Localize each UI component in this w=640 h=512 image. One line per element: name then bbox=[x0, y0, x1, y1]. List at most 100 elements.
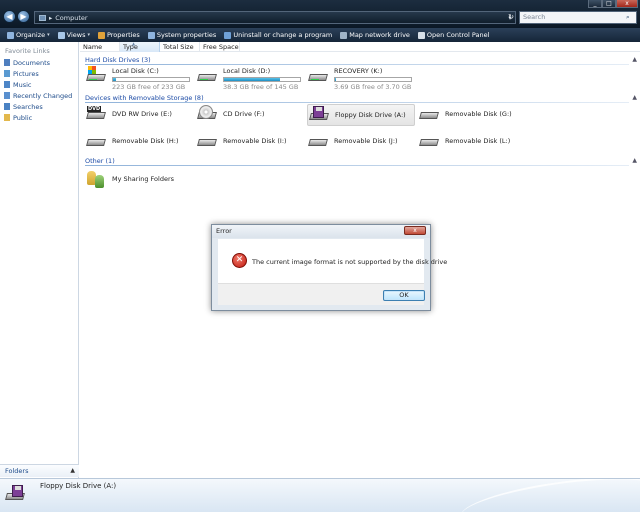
drive-free-space: 3.69 GB free of 3.70 GB bbox=[334, 83, 412, 91]
collapse-group-icon[interactable]: ▲ bbox=[632, 156, 637, 166]
drive-body-shape bbox=[308, 139, 328, 146]
toolbar-item-label: Organize bbox=[16, 31, 46, 39]
sidebar-item-label: Recently Changed bbox=[13, 91, 73, 100]
hard-drive-item[interactable]: RECOVERY (K:) 3.69 GB free of 3.70 GB bbox=[307, 66, 415, 91]
error-dialog: Error x ✕ The current image format is no… bbox=[211, 224, 447, 311]
drive-name: Removable Disk (I:) bbox=[223, 137, 287, 145]
my-sharing-folders-item[interactable]: My Sharing Folders bbox=[85, 169, 185, 191]
drive-usage-fill bbox=[224, 78, 281, 81]
error-message: The current image format is not supporte… bbox=[252, 258, 448, 266]
toolbar-uninstall-button[interactable]: Uninstall or change a program bbox=[220, 28, 336, 42]
group-hard-disk-drives[interactable]: Hard Disk Drives (3) ▲ bbox=[85, 55, 637, 65]
drive-usage-bar bbox=[223, 77, 301, 82]
removable-drive-item[interactable]: Removable Disk (H:) bbox=[85, 131, 193, 153]
search-icon[interactable]: ⌕ bbox=[626, 12, 636, 23]
removable-disk-icon bbox=[418, 104, 442, 124]
sidebar-item-pictures[interactable]: Pictures bbox=[0, 68, 78, 79]
drive-name: Local Disk (C:) bbox=[112, 67, 159, 75]
sidebar-item-public[interactable]: Public bbox=[0, 112, 78, 123]
sidebar-item-label: Music bbox=[13, 80, 32, 89]
back-button[interactable]: ◀ bbox=[3, 10, 16, 23]
toolbar-views-button[interactable]: Views ▾ bbox=[54, 28, 94, 42]
sidebar-item-searches[interactable]: Searches bbox=[0, 101, 78, 112]
command-toolbar: Organize ▾ Views ▾ Properties System properti… bbox=[0, 28, 640, 42]
minimize-button[interactable]: _ bbox=[588, 0, 602, 8]
ok-button[interactable]: OK bbox=[383, 290, 425, 301]
drive-info: Local Disk (C:) 223 GB free of 233 GB bbox=[109, 66, 190, 91]
collapse-group-icon[interactable]: ▲ bbox=[632, 93, 637, 103]
window-title-bar: _ □ x ◀ ▶ ▸ Computer ▾ ↻ Search ⌕ bbox=[0, 0, 640, 28]
removable-drive-item[interactable]: DVD DVD RW Drive (E:) bbox=[85, 104, 193, 126]
drive-name: DVD RW Drive (E:) bbox=[112, 110, 172, 118]
hard-drive-icon bbox=[196, 66, 220, 86]
dialog-close-button[interactable]: x bbox=[404, 226, 426, 235]
removable-drive-item[interactable]: Removable Disk (J:) bbox=[307, 131, 415, 153]
recently-changed-icon bbox=[4, 92, 10, 99]
removable-drive-item[interactable]: Floppy Disk Drive (A:) bbox=[307, 104, 415, 126]
computer-icon bbox=[39, 14, 46, 21]
drive-free-space: 223 GB free of 233 GB bbox=[112, 83, 186, 91]
sidebar-item-label: Pictures bbox=[13, 69, 39, 78]
removable-drive-item[interactable]: Removable Disk (I:) bbox=[196, 131, 304, 153]
hard-drive-icon bbox=[307, 66, 331, 86]
toolbar-item-label: Map network drive bbox=[349, 31, 410, 39]
chevron-down-icon: ▾ bbox=[87, 32, 90, 38]
toolbar-control-panel-button[interactable]: Open Control Panel bbox=[414, 28, 494, 42]
address-path[interactable]: Computer bbox=[55, 14, 87, 22]
group-hard-disk-label: Hard Disk Drives (3) bbox=[85, 56, 151, 64]
sidebar-item-documents[interactable]: Documents bbox=[0, 57, 78, 68]
toolbar-network-drive-button[interactable]: Map network drive bbox=[336, 28, 414, 42]
public-icon bbox=[4, 114, 10, 121]
removable-drive-item[interactable]: Removable Disk (G:) bbox=[418, 104, 526, 126]
drive-usage-fill bbox=[335, 78, 336, 81]
search-input[interactable]: Search ⌕ bbox=[519, 11, 637, 24]
group-other[interactable]: Other (1) ▲ bbox=[85, 156, 637, 166]
collapse-group-icon[interactable]: ▲ bbox=[632, 55, 637, 65]
refresh-button[interactable]: ↻ bbox=[506, 11, 516, 24]
column-type[interactable]: Type ▲ bbox=[120, 41, 160, 52]
column-headers: Name Type ▲ Total Size Free Space bbox=[80, 41, 640, 52]
removable-disk-icon bbox=[196, 131, 220, 151]
toolbar-organize-button[interactable]: Organize ▾ bbox=[3, 28, 54, 42]
column-free-space[interactable]: Free Space bbox=[200, 42, 240, 52]
removable-drive-item[interactable]: CD Drive (F:) bbox=[196, 104, 304, 126]
folders-toggle[interactable]: Folders ▲ bbox=[0, 464, 79, 477]
hard-drive-item[interactable]: Local Disk (D:) 38.3 GB free of 145 GB bbox=[196, 66, 304, 91]
drive-body-shape bbox=[197, 139, 217, 146]
maximize-button[interactable]: □ bbox=[602, 0, 616, 8]
column-type-label: Type bbox=[123, 43, 138, 51]
sidebar-item-label: Documents bbox=[13, 58, 51, 67]
drive-name: RECOVERY (K:) bbox=[334, 67, 383, 75]
column-total-size[interactable]: Total Size bbox=[160, 42, 200, 52]
searches-icon bbox=[4, 103, 10, 110]
dialog-title: Error bbox=[212, 225, 430, 238]
toolbar-system-properties-button[interactable]: System properties bbox=[144, 28, 220, 42]
sidebar-item-recently-changed[interactable]: Recently Changed bbox=[0, 90, 78, 101]
cd-disc-shape bbox=[199, 105, 213, 119]
hard-drive-item[interactable]: Local Disk (C:) 223 GB free of 233 GB bbox=[85, 66, 193, 91]
removable-drive-item[interactable]: Removable Disk (L:) bbox=[418, 131, 526, 153]
drive-body-shape bbox=[419, 139, 439, 146]
floppy-drive-icon bbox=[308, 105, 332, 125]
drive-name: Removable Disk (G:) bbox=[445, 110, 512, 118]
music-icon bbox=[4, 81, 10, 88]
drive-usage-bar bbox=[112, 77, 190, 82]
drive-body-shape bbox=[86, 112, 106, 119]
column-name[interactable]: Name bbox=[80, 42, 120, 52]
address-bar[interactable]: ▸ Computer ▾ bbox=[34, 11, 516, 24]
drive-name: Removable Disk (L:) bbox=[445, 137, 511, 145]
drive-usage-bar bbox=[334, 77, 412, 82]
drive-free-space: 38.3 GB free of 145 GB bbox=[223, 83, 299, 91]
views-icon bbox=[57, 31, 65, 39]
forward-button[interactable]: ▶ bbox=[17, 10, 30, 23]
sidebar-item-music[interactable]: Music bbox=[0, 79, 78, 90]
sidebar-item-label: Public bbox=[13, 113, 33, 122]
group-removable-storage[interactable]: Devices with Removable Storage (8) ▲ bbox=[85, 93, 637, 103]
navigation-pane: Favorite Links Documents Pictures Music Rec… bbox=[0, 42, 79, 478]
close-window-button[interactable]: x bbox=[616, 0, 638, 8]
windows-logo-icon bbox=[88, 66, 96, 74]
group-removable-label: Devices with Removable Storage (8) bbox=[85, 94, 204, 102]
toolbar-properties-button[interactable]: Properties bbox=[94, 28, 144, 42]
window-controls: _ □ x bbox=[588, 0, 638, 9]
drive-activity-light bbox=[89, 79, 97, 80]
